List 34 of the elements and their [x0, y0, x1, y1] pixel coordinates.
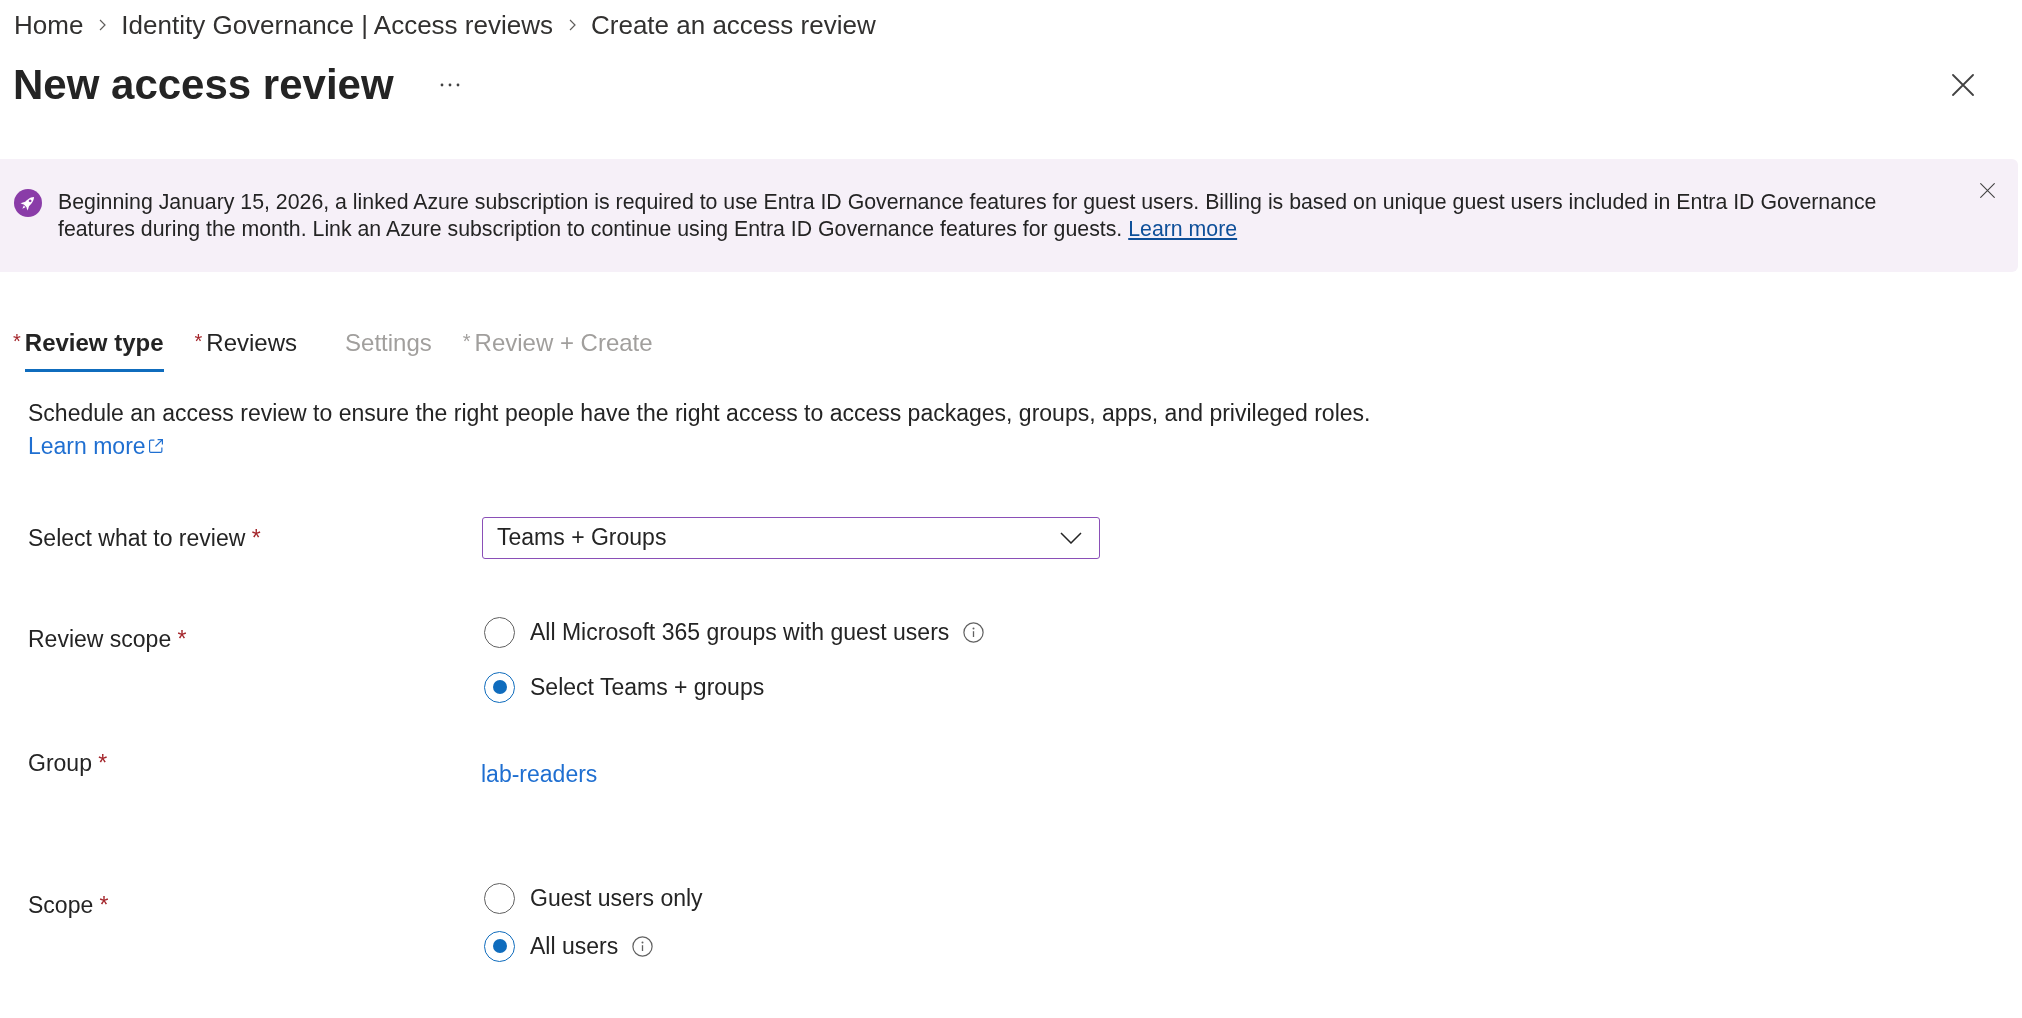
page-title: New access review	[13, 61, 394, 109]
breadcrumb-link[interactable]: Home	[14, 10, 84, 40]
external-link-icon	[147, 438, 164, 454]
banner-message: Beginning January 15, 2026, a linked Azure subscription is required to use Entra ID Governance features for guest users. Billing is based on unique guest users included in Entra ID Governance features during the month. Link an Azure subscription to continue using Entra ID Governance features for guests. Learn more	[58, 189, 1878, 243]
more-icon[interactable]	[439, 83, 460, 87]
radio-label[interactable]: All users	[530, 931, 619, 961]
close-icon[interactable]	[1980, 183, 1995, 198]
radio-button[interactable]	[484, 616, 515, 648]
radio-button[interactable]	[484, 930, 515, 962]
chevron-right-icon	[99, 19, 107, 31]
radio-label[interactable]: Guest users only	[530, 883, 703, 913]
breadcrumb-link[interactable]: Create an access review	[591, 10, 876, 40]
field-label: Review scope *	[28, 624, 187, 654]
radio-button[interactable]	[484, 882, 515, 914]
field-label: Select what to review *	[28, 523, 261, 553]
dropdown[interactable]: Teams + Groups	[482, 516, 1100, 559]
info-icon[interactable]	[963, 621, 985, 643]
close-icon[interactable]	[1952, 74, 1974, 96]
breadcrumb-link[interactable]: Identity Governance | Access reviews	[121, 10, 553, 40]
radio-label[interactable]: All Microsoft 365 groups with guest users	[530, 617, 950, 647]
radio-button[interactable]	[484, 671, 515, 703]
radio-label[interactable]: Select Teams + groups	[530, 672, 765, 702]
group-link[interactable]: lab-readers	[481, 747, 598, 789]
description-text: Schedule an access review to ensure the right people have the right access to access packages, groups, apps, and privileged roles.	[28, 399, 1372, 428]
tab[interactable]: * Reviews	[194, 328, 298, 372]
chevron-down-icon	[1060, 531, 1082, 544]
tab[interactable]: * Review type	[13, 328, 164, 372]
info-icon[interactable]	[632, 935, 654, 957]
learn-more-link[interactable]: Learn more	[28, 430, 164, 462]
rocket-icon	[14, 189, 42, 217]
field-label: Scope *	[28, 890, 109, 920]
learn-more-link[interactable]: Learn more	[1128, 217, 1238, 241]
field-label: Group *	[28, 748, 108, 778]
chevron-right-icon	[569, 19, 576, 31]
